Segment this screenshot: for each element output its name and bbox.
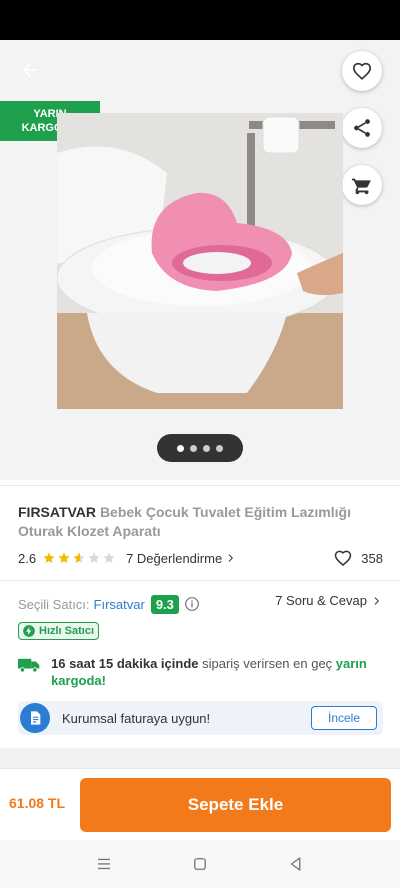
favorite-button[interactable]	[342, 51, 382, 91]
fast-seller-badge: Hızlı Satıcı	[18, 622, 100, 640]
inspect-button[interactable]: İncele	[311, 706, 377, 730]
questions-answers-link[interactable]: 7 Soru & Cevap	[275, 593, 383, 608]
chevron-right-icon	[374, 596, 379, 605]
price: 61.08 TL	[9, 795, 66, 811]
share-icon	[354, 119, 370, 137]
system-navigation-bar	[0, 840, 400, 888]
rating-row: 2.6 7 Değerlendirme 358	[18, 548, 383, 568]
favorite-count[interactable]: 358	[333, 548, 383, 568]
corporate-invoice-box: Kurumsal faturaya uygun! İncele	[18, 701, 383, 735]
back-nav-button[interactable]	[284, 852, 308, 876]
seller-row: Seçili Satıcı: Fırsatvar 9.3 7 Soru & Ce…	[18, 593, 383, 615]
info-icon[interactable]	[184, 596, 200, 612]
seller-label: Seçili Satıcı:	[18, 596, 90, 612]
home-square-icon	[194, 858, 206, 870]
divider	[0, 485, 400, 486]
pagination-dot[interactable]	[190, 444, 197, 452]
star-icon	[73, 552, 85, 563]
fast-seller-label: Hızlı Satıcı	[39, 625, 95, 637]
brand-name[interactable]: FIRSATVAR	[18, 504, 96, 520]
back-triangle-icon	[290, 857, 301, 871]
arrow-left-icon	[22, 62, 38, 78]
invoice-icon	[20, 703, 50, 733]
home-nav-button[interactable]	[188, 852, 212, 876]
delivery-info: 16 saat 15 dakika içinde sipariş verirse…	[18, 655, 383, 689]
cart-button[interactable]	[342, 165, 382, 205]
pagination-dot[interactable]	[177, 444, 184, 452]
image-pagination[interactable]	[157, 434, 243, 462]
seller-name-link[interactable]: Fırsatvar	[94, 597, 145, 612]
product-gallery[interactable]: YARIN KARGODA	[0, 40, 400, 480]
fast-seller-icon	[23, 625, 35, 637]
seller-score-badge: 9.3	[150, 594, 179, 614]
qa-label: 7 Soru & Cevap	[275, 593, 367, 608]
rating-stars	[42, 551, 116, 565]
share-button[interactable]	[342, 108, 382, 148]
chevron-right-icon	[228, 554, 234, 562]
truck-icon	[18, 658, 40, 673]
pagination-dot[interactable]	[216, 444, 223, 452]
star-icon	[43, 552, 55, 563]
product-title: FIRSATVAR Bebek Çocuk Tuvalet Eğitim Laz…	[18, 503, 383, 541]
add-to-cart-button[interactable]: Sepete Ekle	[80, 778, 391, 832]
back-button[interactable]	[14, 54, 46, 86]
reviews-link[interactable]: 7 Değerlendirme	[126, 551, 237, 566]
divider	[0, 580, 400, 581]
favorite-count-value: 358	[361, 550, 383, 566]
heart-icon	[335, 550, 352, 567]
menu-nav-button[interactable]	[92, 852, 116, 876]
status-bar	[0, 0, 400, 40]
cart-icon	[351, 178, 371, 195]
purchase-bar: 61.08 TL Sepete Ekle	[0, 768, 400, 840]
corporate-invoice-text: Kurumsal faturaya uygun!	[62, 710, 211, 726]
star-icon	[103, 552, 115, 563]
delivery-text: 16 saat 15 dakika içinde sipariş verirse…	[51, 655, 383, 689]
heart-icon	[352, 62, 372, 80]
star-icon	[88, 552, 100, 563]
reviews-label: 7 Değerlendirme	[126, 550, 223, 566]
rating-value: 2.6	[18, 550, 37, 566]
star-icon	[58, 552, 70, 563]
product-image[interactable]	[57, 113, 343, 409]
pagination-dot[interactable]	[203, 444, 210, 452]
delivery-time: 16 saat 15 dakika içinde	[51, 656, 199, 671]
delivery-middle: sipariş verirsen en geç	[198, 656, 336, 671]
menu-icon	[98, 858, 110, 870]
section-gap	[0, 748, 400, 768]
